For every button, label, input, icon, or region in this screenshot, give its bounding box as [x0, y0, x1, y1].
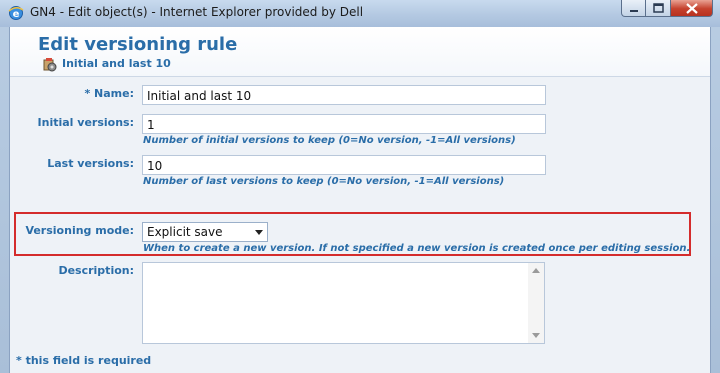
versioning-mode-selected: Explicit save — [147, 225, 223, 239]
edit-form: * Name: Initial and last 10 Initial vers… — [10, 77, 710, 373]
initial-versions-input[interactable]: 1 — [142, 114, 546, 134]
chevron-down-icon[interactable] — [255, 230, 263, 235]
initial-versions-label: Initial versions: — [37, 116, 134, 129]
scroll-up-icon[interactable] — [532, 268, 540, 273]
name-label: * Name: — [84, 87, 134, 100]
description-textarea[interactable] — [142, 262, 545, 344]
versioning-rule-icon — [42, 57, 58, 73]
required-field-note: * this field is required — [16, 354, 152, 367]
last-versions-input[interactable]: 10 — [142, 155, 546, 175]
svg-text:e: e — [13, 9, 20, 20]
page-header: Edit versioning rule Initial and last 10 — [10, 27, 710, 77]
scroll-down-icon[interactable] — [532, 333, 540, 338]
page-title: Edit versioning rule — [38, 34, 238, 55]
description-scrollbar[interactable] — [528, 263, 544, 343]
versioning-mode-label: Versioning mode: — [25, 224, 134, 237]
versioning-mode-select[interactable]: Explicit save — [142, 222, 268, 242]
browser-window: e GN4 - Edit object(s) - Internet Explor… — [0, 0, 720, 373]
initial-versions-hint: Number of initial versions to keep (0=No… — [143, 135, 516, 146]
description-label: Description: — [58, 264, 134, 277]
window-title: GN4 - Edit object(s) - Internet Explorer… — [30, 5, 364, 19]
name-input[interactable]: Initial and last 10 — [142, 85, 546, 105]
versioning-mode-hint: When to create a new version. If not spe… — [143, 243, 691, 254]
page-content: Edit versioning rule Initial and last 10… — [9, 27, 711, 373]
last-versions-label: Last versions: — [47, 157, 134, 170]
minimize-button[interactable] — [621, 0, 646, 17]
object-name: Initial and last 10 — [62, 57, 171, 70]
internet-explorer-icon: e — [8, 5, 24, 21]
title-bar: e GN4 - Edit object(s) - Internet Explor… — [0, 0, 720, 27]
close-button[interactable] — [671, 0, 713, 17]
last-versions-hint: Number of last versions to keep (0=No ve… — [143, 176, 505, 187]
maximize-button[interactable] — [646, 0, 671, 17]
